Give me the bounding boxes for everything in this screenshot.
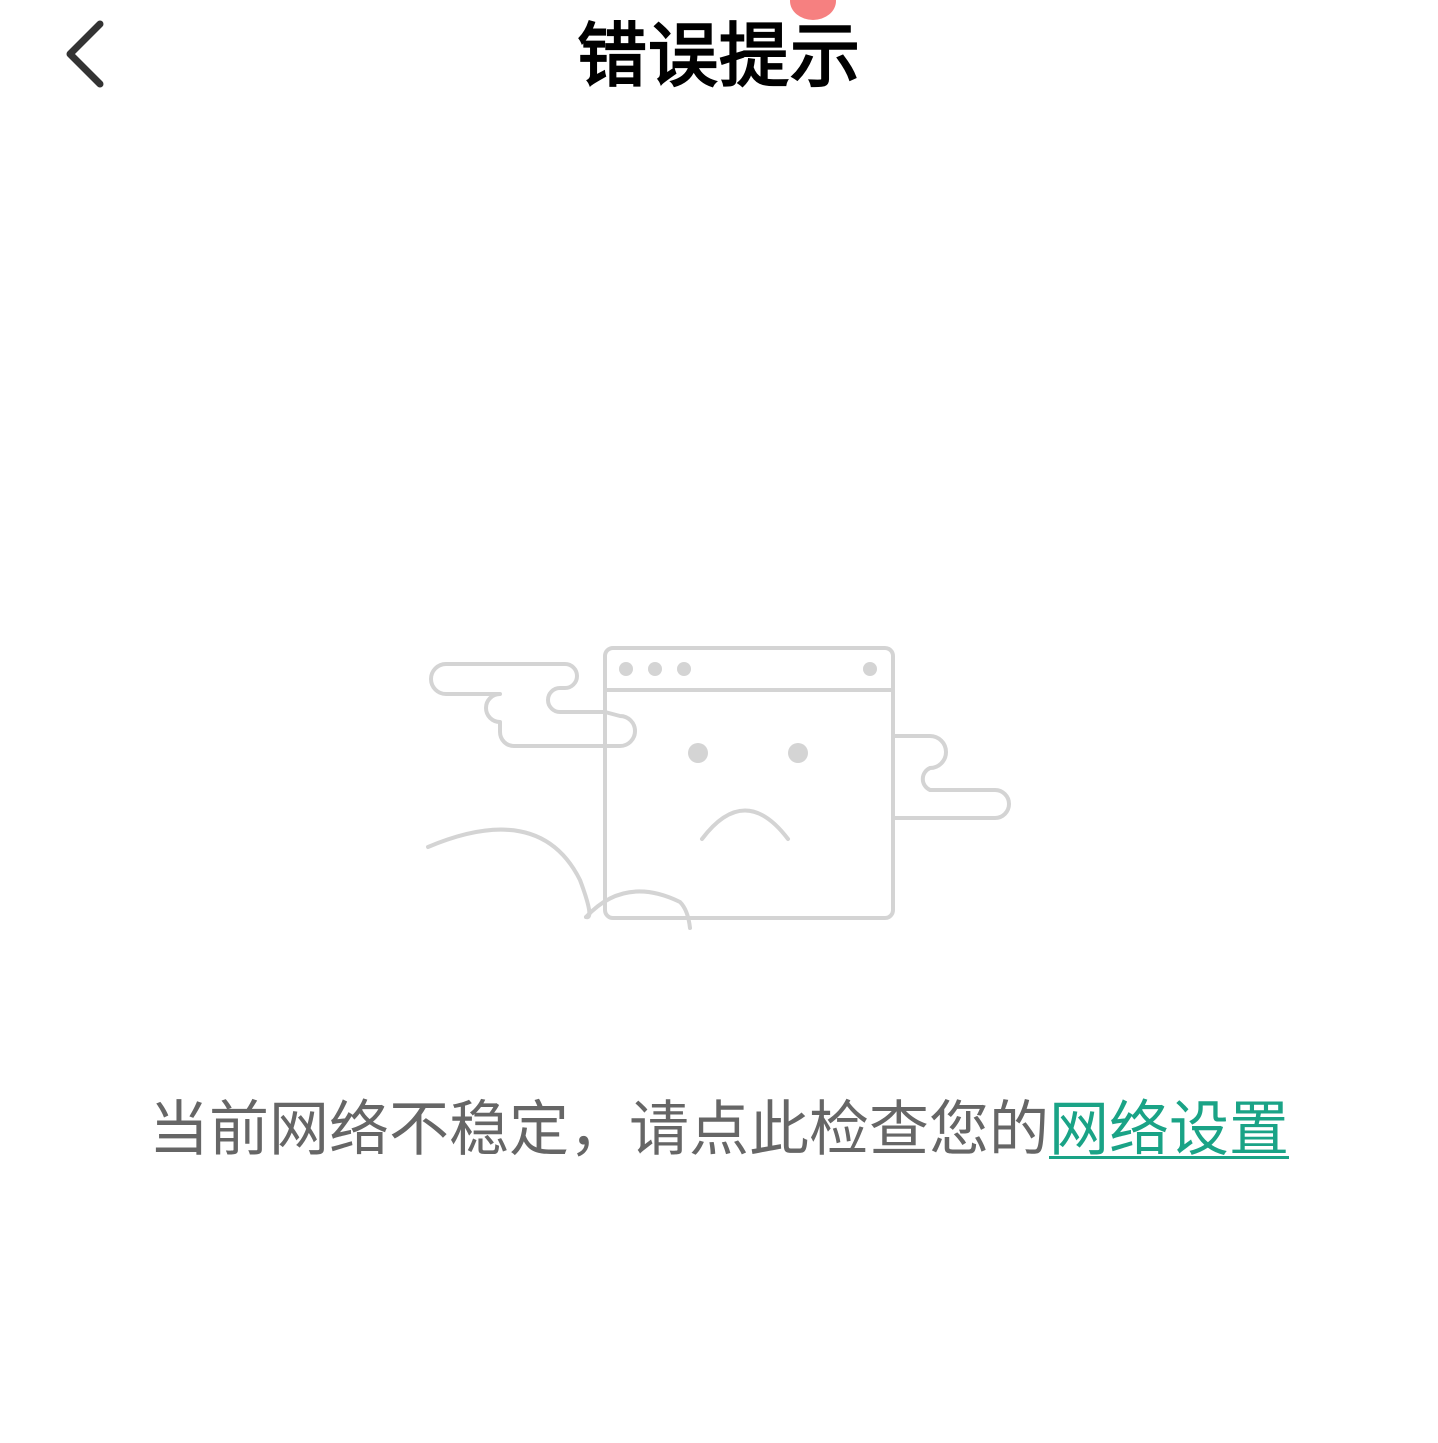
network-settings-link[interactable]: 网络设置 [1049, 1095, 1289, 1165]
error-message: 当前网络不稳定，请点此检查您的网络设置 [0, 1090, 1438, 1170]
top-bar: 错误提示 [0, 0, 1438, 110]
error-message-text: 当前网络不稳定，请点此检查您的 [149, 1095, 1049, 1165]
sad-browser-window-icon [426, 646, 1011, 930]
page-title: 错误提示 [577, 15, 861, 97]
